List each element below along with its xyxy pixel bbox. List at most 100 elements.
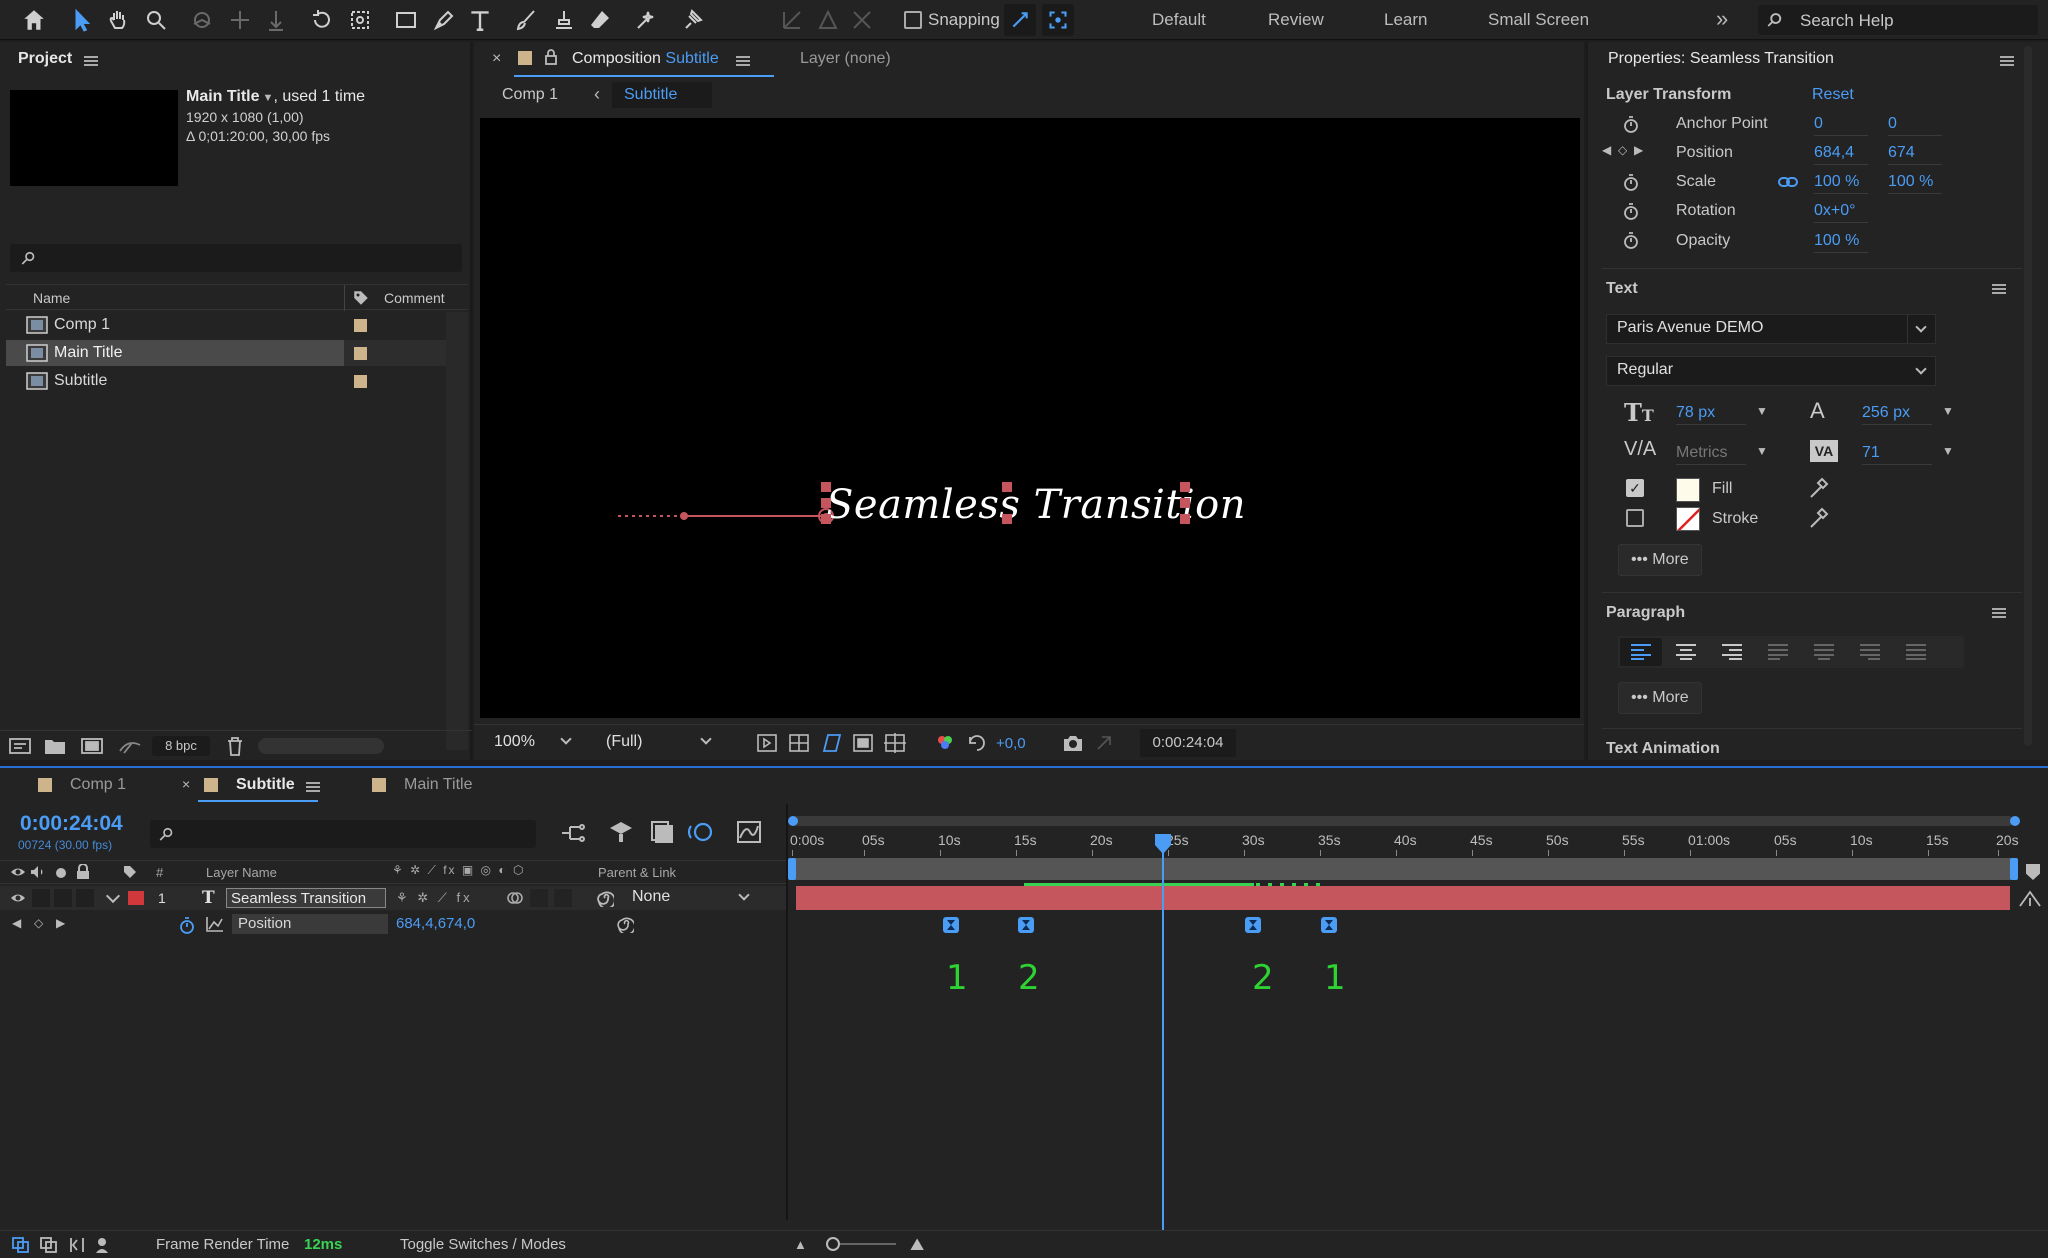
bounding-handle[interactable] [1002,482,1012,492]
new-composition-icon[interactable] [80,737,104,755]
scale-y[interactable]: 100 % [1888,173,1942,194]
work-area-bar[interactable] [790,858,2014,880]
rotation-value[interactable]: 0x+0° [1814,202,1868,223]
collapse-switch[interactable] [554,889,572,907]
label-color-swatch[interactable] [354,347,367,360]
rotation-tool-icon[interactable] [306,4,338,36]
trash-icon[interactable] [226,736,244,756]
keyframe-marker[interactable] [1017,916,1035,934]
toggle-switches-modes-button[interactable]: Toggle Switches / Modes [400,1236,566,1253]
keyframe-marker[interactable] [942,916,960,934]
3d-switch[interactable] [530,889,548,907]
timeline-search-input[interactable] [150,820,536,848]
layer-row[interactable]: 1 T Seamless Transition ⚘ ✲ ⟋ fx None [0,886,786,910]
modes-pane-icon[interactable] [40,1237,58,1253]
time-navigator[interactable] [792,816,2014,826]
stroke-checkbox[interactable] [1626,509,1644,527]
project-search-input[interactable] [10,244,462,272]
work-area-start[interactable] [788,858,796,880]
next-keyframe-icon[interactable]: ▶ [1634,143,1643,157]
axis-local-icon[interactable] [776,4,808,36]
font-size-dropdown-icon[interactable]: ▼ [1756,404,1768,418]
close-tab-icon[interactable]: × [492,50,501,68]
constrain-proportions-icon[interactable] [1778,176,1798,188]
graph-toggle-icon[interactable] [206,916,224,932]
snap-features-icon[interactable] [1042,4,1074,36]
bounding-handle[interactable] [1180,514,1190,524]
exposure-value[interactable]: +0,0 [996,735,1026,752]
fill-color-swatch[interactable] [1676,478,1700,502]
bounding-handle[interactable] [821,498,831,508]
region-of-interest-icon[interactable] [852,733,874,753]
workspace-small-screen[interactable]: Small Screen [1488,10,1589,30]
tracking-dropdown-icon[interactable]: ▼ [1942,444,1954,458]
fast-previews-icon[interactable] [756,733,778,753]
text-more-button[interactable]: ••• More [1618,544,1702,576]
current-time-indicator[interactable] [1162,834,1164,1230]
justify-all-button[interactable] [1906,644,1926,660]
orbit-camera-icon[interactable] [186,4,218,36]
current-time-display[interactable]: 0:00:24:04 [1140,729,1236,757]
layer-switches-pane-icon[interactable] [12,1237,30,1253]
font-style-dropdown[interactable]: Regular [1606,356,1936,386]
anchor-point-y[interactable]: 0 [1888,115,1942,136]
interpret-footage-icon[interactable] [8,737,32,755]
selection-tool-icon[interactable] [66,4,98,36]
thumbnail-slider[interactable] [258,738,384,754]
transparency-grid-icon[interactable] [788,733,810,753]
navigator-start-handle[interactable] [788,816,798,826]
stopwatch-icon[interactable] [1622,230,1640,250]
parent-link-column[interactable]: Parent & Link [598,865,676,880]
property-value[interactable]: 684,4,674,0 [396,915,475,932]
paragraph-menu-icon[interactable] [1992,608,2006,618]
stopwatch-icon[interactable] [1622,172,1640,192]
position-x[interactable]: 684,4 [1814,144,1868,165]
pan-behind-icon[interactable] [344,4,376,36]
snap-edges-icon[interactable] [1004,4,1036,36]
close-tab-icon[interactable]: × [182,776,190,792]
leading-dropdown-icon[interactable]: ▼ [1942,404,1954,418]
work-area-end[interactable] [2010,858,2018,880]
composition-viewer[interactable]: Seamless Transition [480,118,1580,718]
zoom-in-icon[interactable]: ⛰ [910,1235,924,1255]
eraser-tool-icon[interactable] [584,4,616,36]
properties-scrollbar[interactable] [2024,46,2032,746]
stopwatch-active-icon[interactable] [178,915,196,935]
project-row-subtitle[interactable]: Subtitle [6,368,446,394]
eyedropper-icon[interactable] [1808,476,1830,500]
hand-tool-icon[interactable] [102,4,134,36]
add-keyframe-icon[interactable]: ◇ [34,916,43,930]
axis-world-icon[interactable] [812,4,844,36]
label-tag-icon[interactable] [122,864,138,880]
breadcrumb-comp1[interactable]: Comp 1 [502,86,558,104]
anchor-point-x[interactable]: 0 [1814,115,1868,136]
parent-dropdown[interactable]: None [624,887,756,909]
dolly-camera-icon[interactable] [260,4,292,36]
snapshot-icon[interactable] [1062,733,1084,753]
video-visibility-icon[interactable] [10,865,26,879]
resolution-dropdown[interactable]: (Full) [596,729,720,757]
workspace-overflow-icon[interactable]: » [1716,6,1728,32]
composition-tab[interactable]: Composition Subtitle [572,50,719,68]
properties-menu-icon[interactable] [2000,56,2014,66]
eyedropper-icon[interactable] [1808,506,1830,530]
project-row-main-title[interactable]: Main Title [6,340,446,366]
expression-pick-whip-icon[interactable] [616,915,634,933]
font-family-dropdown[interactable]: Paris Avenue DEMO [1606,314,1936,344]
type-tool-icon[interactable] [464,4,496,36]
clone-stamp-icon[interactable] [548,4,580,36]
label-color-swatch[interactable] [354,319,367,332]
bounding-handle[interactable] [1002,514,1012,524]
project-row-comp1[interactable]: Comp 1 [6,312,446,338]
tracking-value[interactable]: 71 [1862,444,1932,465]
paragraph-more-button[interactable]: ••• More [1618,682,1702,714]
stopwatch-icon[interactable] [1622,114,1640,134]
project-col-name[interactable]: Name [33,290,70,306]
reset-transform-link[interactable]: Reset [1812,86,1854,104]
workspace-review[interactable]: Review [1268,10,1324,30]
prev-keyframe-icon[interactable]: ◀ [1602,143,1611,157]
solo-toggle[interactable] [54,889,72,907]
stopwatch-icon[interactable] [1622,201,1640,221]
workspace-learn[interactable]: Learn [1384,10,1427,30]
layer-switches[interactable]: ⚘ ✲ ⟋ fx [396,890,473,906]
